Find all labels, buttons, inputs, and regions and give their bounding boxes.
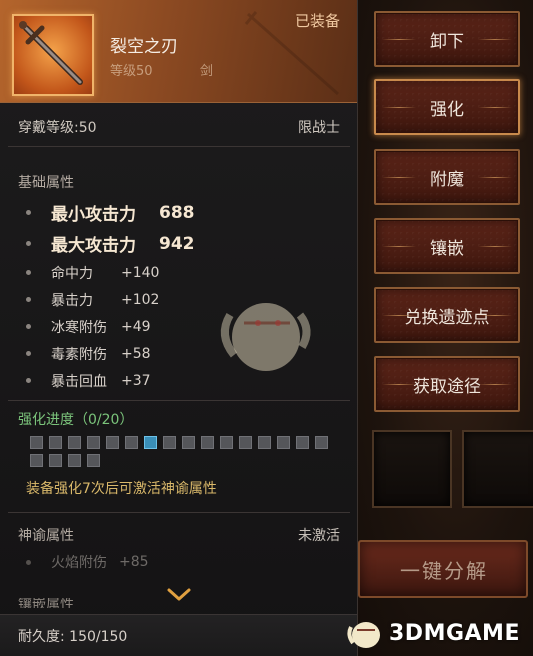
equipped-badge: 已装备 (294, 12, 340, 30)
empty-slot (462, 430, 533, 508)
attribute-row: 最小攻击力 688 (26, 197, 326, 228)
bullet (26, 351, 31, 356)
class-restriction: 限战士 (298, 120, 340, 136)
bullet (26, 241, 31, 246)
item-icon[interactable] (12, 14, 94, 96)
attribute-value: +37 (121, 372, 151, 389)
watermark-mascot-icon (347, 622, 380, 648)
watermark-text: 3DMGAME (389, 620, 520, 646)
attribute-value: 942 (159, 233, 195, 254)
enhance-hint: 装备强化7次后可激活神谕属性 (26, 481, 217, 497)
inlay-button[interactable]: 镶嵌 (374, 218, 520, 274)
divider (8, 146, 350, 147)
wear-level-requirement: 穿戴等级:50 (18, 120, 97, 136)
watermark: 3DMGAME (345, 612, 530, 654)
attribute-value: +49 (121, 318, 151, 335)
item-type: 剑 (200, 64, 214, 79)
base-attributes-title: 基础属性 (18, 175, 74, 191)
bullet (26, 378, 31, 383)
attribute-value: +140 (121, 264, 160, 281)
attribute-row: 最大攻击力 942 (26, 228, 326, 259)
oracle-attributes-title: 神谕属性 (18, 528, 74, 544)
decompose-all-button[interactable]: 一键分解 (358, 540, 528, 598)
durability-text: 耐久度: 150/150 (18, 628, 128, 645)
attribute-name: 最小攻击力 (51, 205, 136, 225)
attribute-row: 命中力 +140 (26, 259, 326, 286)
attribute-name: 命中力 (51, 265, 93, 282)
bullet (26, 270, 31, 275)
enhance-slot (68, 436, 81, 449)
enhance-slot (239, 436, 252, 449)
oracle-attributes-header: 神谕属性 未激活 (18, 525, 340, 545)
inlay-attributes-title: 镶嵌属性 (18, 598, 74, 608)
enhance-slot (87, 436, 100, 449)
empty-slot (372, 430, 452, 508)
enhance-slot (30, 454, 43, 467)
oracle-attribute-name: 火焰附伤 (51, 555, 107, 571)
enhance-slot (220, 436, 233, 449)
attribute-name: 冰寒附伤 (51, 319, 107, 336)
durability-bar: 耐久度: 150/150 (0, 614, 357, 656)
mascot-icon (220, 303, 311, 371)
attribute-name: 毒素附伤 (51, 346, 107, 363)
enhance-slot (315, 436, 328, 449)
bullet (26, 210, 31, 215)
obtain-source-button[interactable]: 获取途径 (374, 356, 520, 412)
attribute-value: +102 (121, 291, 160, 308)
enchant-button[interactable]: 附魔 (374, 149, 520, 205)
requirement-row: 穿戴等级:50 限战士 (0, 109, 357, 145)
enhance-slot (277, 436, 290, 449)
attribute-name: 最大攻击力 (51, 236, 136, 256)
enhance-slot (87, 454, 100, 467)
item-tooltip-panel: 裂空之刃 等级50 剑 已装备 穿戴等级:50 限战士 基础属性 最小攻击力 6… (0, 0, 358, 656)
attribute-name: 暴击力 (51, 292, 93, 309)
item-header: 裂空之刃 等级50 剑 已装备 (0, 0, 357, 103)
enhance-slot (163, 436, 176, 449)
enhance-progress-title: 强化进度（0/20） (18, 412, 134, 428)
oracle-state: 未激活 (298, 528, 340, 544)
chevron-down-icon[interactable] (164, 585, 194, 605)
divider (8, 400, 350, 401)
enhance-slot (49, 436, 62, 449)
bullet (26, 324, 31, 329)
unequip-button[interactable]: 卸下 (374, 11, 520, 67)
bullet (26, 559, 31, 565)
oracle-attribute-row: 火焰附伤 +85 (26, 552, 149, 572)
enhance-slot (201, 436, 214, 449)
sword-icon (19, 21, 83, 85)
enhance-slot (182, 436, 195, 449)
bullet (26, 297, 31, 302)
enhance-slot (49, 454, 62, 467)
enhance-progress-grid (30, 436, 340, 467)
exchange-relic-points-button[interactable]: 兑换遗迹点 (374, 287, 520, 343)
oracle-attribute-value: +85 (119, 554, 149, 570)
enhance-slot (296, 436, 309, 449)
enhance-slot (125, 436, 138, 449)
divider (8, 512, 350, 513)
enhance-slot (106, 436, 119, 449)
enhance-slot (258, 436, 271, 449)
attribute-name: 暴击回血 (51, 373, 107, 390)
item-name: 裂空之刃 (110, 37, 178, 57)
enhance-button[interactable]: 强化 (374, 79, 520, 135)
enhance-slot (144, 436, 157, 449)
enhance-slot (30, 436, 43, 449)
attribute-value: 688 (159, 202, 195, 223)
attribute-value: +58 (121, 345, 151, 362)
enhance-slot (68, 454, 81, 467)
item-level: 等级50 (110, 64, 153, 79)
